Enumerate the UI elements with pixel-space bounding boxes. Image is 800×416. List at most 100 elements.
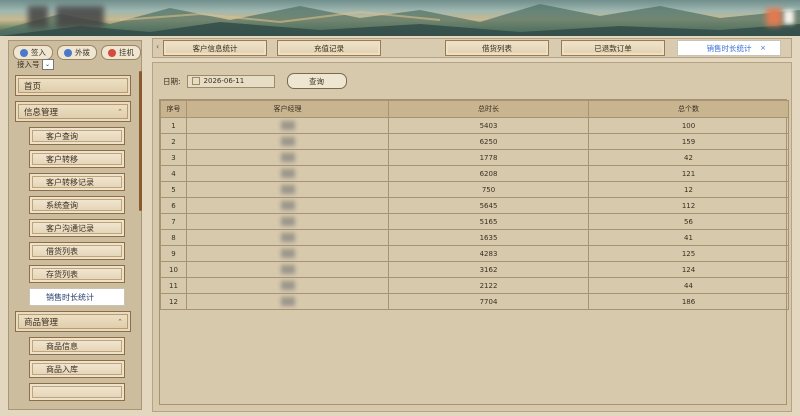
duration-cell: 6250 — [388, 133, 589, 150]
hangup-icon — [108, 48, 116, 57]
count-cell: 121 — [588, 165, 789, 182]
dial-button[interactable]: 外拨 — [57, 45, 97, 60]
duration-cell: 750 — [388, 181, 589, 198]
duration-cell: 6208 — [388, 165, 589, 182]
sidebar-scrollbar[interactable] — [139, 71, 142, 211]
index-cell: 2 — [160, 133, 187, 150]
tab-label: 销售时长统计 — [706, 43, 752, 53]
count-cell: 56 — [588, 213, 789, 230]
hangup-button[interactable]: 挂机 — [101, 45, 141, 60]
tab-loan-list[interactable]: 借货列表 — [445, 40, 549, 56]
tab-label: 借货列表 — [482, 43, 512, 53]
tab-customer-stats[interactable]: 客户信息统计 — [163, 40, 267, 56]
duration-cell: 5403 — [388, 117, 589, 134]
redacted-name — [280, 153, 295, 162]
manager-cell — [186, 293, 389, 310]
tab-recharge[interactable]: 充值记录 — [277, 40, 381, 56]
tab-sales-duration[interactable]: 销售时长统计 × — [677, 40, 781, 56]
close-icon[interactable]: × — [760, 44, 766, 52]
dial-label: 外拨 — [75, 48, 90, 57]
table-row[interactable]: 6 5645 112 — [160, 197, 789, 214]
tab-label: 已退款订单 — [594, 43, 632, 53]
column-header[interactable]: 序号 — [160, 100, 187, 118]
table-row[interactable]: 5 750 12 — [160, 181, 789, 198]
duration-cell: 2122 — [388, 277, 589, 294]
nav-item-customer-query[interactable]: 客户查询 — [29, 127, 125, 145]
table-row[interactable]: 1 5403 100 — [160, 117, 789, 134]
nav-item-label: 客户查询 — [46, 131, 78, 141]
table-row[interactable]: 9 4283 125 — [160, 245, 789, 262]
column-header[interactable]: 客户经理 — [186, 100, 389, 118]
tab-refund-orders[interactable]: 已退款订单 — [561, 40, 665, 56]
logo-text — [56, 6, 104, 28]
index-cell: 1 — [160, 117, 187, 134]
table-row[interactable]: 3 1778 42 — [160, 149, 789, 166]
manager-cell — [186, 133, 389, 150]
nav-item-label: 客户转移 — [46, 154, 78, 164]
manager-cell — [186, 245, 389, 262]
manager-cell — [186, 165, 389, 182]
count-cell: 125 — [588, 245, 789, 262]
login-button[interactable]: 签入 — [13, 45, 53, 60]
nav-item-sales-duration[interactable]: 销售时长统计 — [29, 288, 125, 306]
login-icon — [20, 48, 28, 57]
nav-home[interactable]: 首页 — [15, 75, 131, 96]
column-header[interactable]: 总时长 — [388, 100, 589, 118]
table-row[interactable]: 7 5165 56 — [160, 213, 789, 230]
nav-item-label: 客户沟通记录 — [46, 223, 94, 233]
query-button[interactable]: 查询 — [286, 73, 347, 89]
index-cell: 7 — [160, 213, 187, 230]
table-row[interactable]: 12 7704 186 — [160, 293, 789, 310]
duration-cell: 4283 — [388, 245, 589, 262]
nav-group-info[interactable]: 信息管理 ⌃ — [15, 101, 131, 122]
index-cell: 9 — [160, 245, 187, 262]
nav-item-loan-list[interactable]: 借货列表 — [29, 242, 125, 260]
chevron-up-icon: ⌃ — [117, 317, 123, 326]
duration-cell: 5165 — [388, 213, 589, 230]
nav-item-label: 销售时长统计 — [46, 292, 94, 302]
nav-item-communication-log[interactable]: 客户沟通记录 — [29, 219, 125, 237]
count-cell: 100 — [588, 117, 789, 134]
column-header[interactable]: 总个数 — [588, 100, 789, 118]
chevron-left-icon[interactable]: ‹ — [156, 42, 159, 51]
table-row[interactable]: 8 1635 41 — [160, 229, 789, 246]
table-row[interactable]: 11 2122 44 — [160, 277, 789, 294]
index-cell: 8 — [160, 229, 187, 246]
user-avatar[interactable] — [766, 8, 782, 26]
user-menu-icon[interactable] — [784, 10, 794, 24]
index-cell: 6 — [160, 197, 187, 214]
nav-item-stock-list[interactable]: 存货列表 — [29, 265, 125, 283]
table-row[interactable]: 10 3162 124 — [160, 261, 789, 278]
manager-cell — [186, 229, 389, 246]
date-label: 日期: — [163, 76, 181, 86]
nav-item-transfer-log[interactable]: 客户转移记录 — [29, 173, 125, 191]
nav-item-customer-transfer[interactable]: 客户转移 — [29, 150, 125, 168]
nav-item-label: 客户转移记录 — [46, 177, 94, 187]
calendar-icon — [191, 77, 200, 85]
redacted-name — [280, 169, 295, 178]
manager-cell — [186, 149, 389, 166]
nav-group-goods[interactable]: 商品管理 ⌃ — [15, 311, 131, 332]
main-content: 日期: 2026-06-11 查询 序号 客户经理 总时长 总个数 1 5403 1… — [152, 62, 792, 412]
date-field[interactable]: 2026-06-11 — [186, 74, 275, 88]
redacted-name — [280, 281, 295, 290]
redacted-name — [280, 233, 295, 242]
nav-item-label: 借货列表 — [46, 246, 78, 256]
table-row[interactable]: 4 6208 121 — [160, 165, 789, 182]
logo — [28, 6, 48, 28]
table-row[interactable]: 2 6250 159 — [160, 133, 789, 150]
nav-group-label: 商品管理 — [24, 317, 59, 328]
nav-item-system-query[interactable]: 系统查询 — [29, 196, 125, 214]
index-cell: 5 — [160, 181, 187, 198]
duration-cell: 7704 — [388, 293, 589, 310]
query-label: 查询 — [309, 76, 325, 86]
nav-item-goods-info[interactable]: 商品信息 — [29, 337, 125, 355]
nav-item-goods-inbound[interactable]: 商品入库 — [29, 360, 125, 378]
index-cell: 3 — [160, 149, 187, 166]
count-cell: 159 — [588, 133, 789, 150]
extension-select[interactable]: ⌄ — [41, 59, 54, 70]
login-label: 签入 — [31, 48, 46, 57]
nav-item-more[interactable] — [29, 383, 125, 401]
duration-cell: 1778 — [388, 149, 589, 166]
hangup-label: 挂机 — [119, 48, 134, 57]
